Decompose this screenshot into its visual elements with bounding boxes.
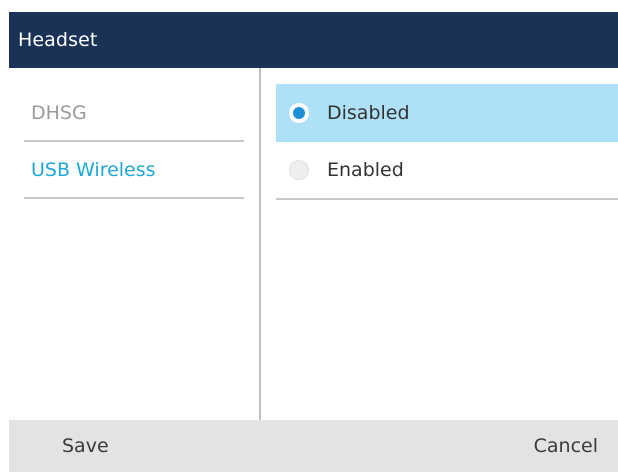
- sidebar-item-label: DHSG: [31, 101, 87, 124]
- page-title: Headset: [18, 29, 98, 51]
- title-bar: Headset: [9, 12, 618, 68]
- sidebar-item-label: USB Wireless: [31, 158, 156, 181]
- option-enabled[interactable]: Enabled: [276, 142, 618, 200]
- option-label: Disabled: [327, 102, 410, 124]
- option-disabled[interactable]: Disabled: [276, 84, 618, 142]
- radio-selected-icon[interactable]: [289, 103, 309, 123]
- sidebar-item-dhsg[interactable]: DHSG: [24, 85, 244, 142]
- softkey-bar: Save Cancel: [9, 420, 618, 472]
- radio-unselected-icon[interactable]: [289, 160, 309, 180]
- save-button[interactable]: Save: [62, 420, 109, 472]
- option-label: Enabled: [327, 159, 404, 181]
- sidebar: DHSG USB Wireless: [9, 68, 260, 420]
- options-list: Disabled Enabled: [261, 68, 618, 420]
- sidebar-item-usb-wireless[interactable]: USB Wireless: [24, 142, 244, 199]
- cancel-button[interactable]: Cancel: [534, 420, 598, 472]
- headset-settings-screen: Headset DHSG USB Wireless Disabled Enabl…: [0, 0, 618, 472]
